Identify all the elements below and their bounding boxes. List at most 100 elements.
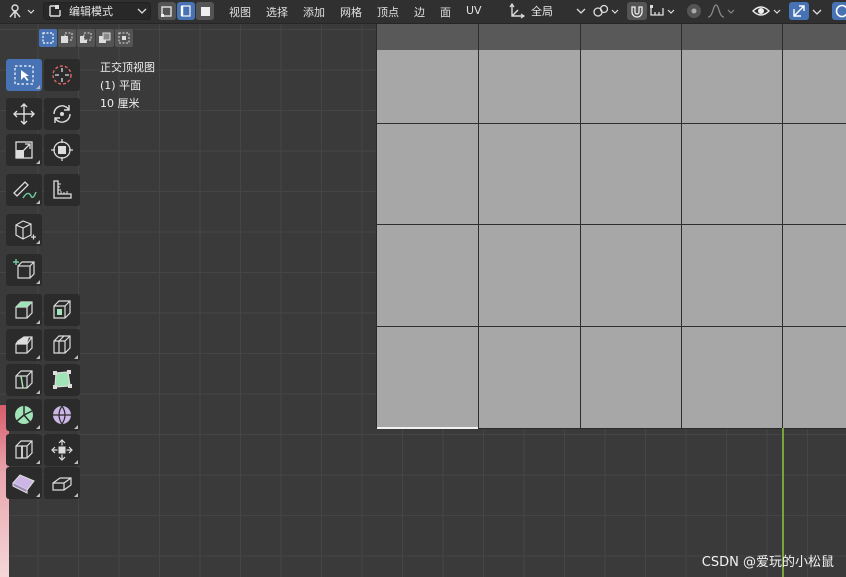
edge-select-icon	[180, 5, 191, 17]
chevron-down-icon	[137, 8, 147, 14]
menu-uv[interactable]: UV	[466, 4, 482, 17]
tool-options-indicator	[74, 460, 78, 464]
mesh-edge[interactable]	[782, 23, 783, 428]
mesh-edge[interactable]	[478, 428, 846, 429]
tool-options-indicator	[74, 493, 78, 497]
mode-label: 编辑模式	[69, 5, 113, 18]
tool-options-indicator	[74, 355, 78, 359]
tool-options-indicator	[36, 240, 40, 244]
viewport-info-overlay: 正交顶视图 (1) 平面 10 厘米	[100, 59, 155, 113]
gizmo-dropdown[interactable]	[811, 2, 825, 20]
face-select-icon	[201, 7, 210, 16]
select-mode-buttons	[158, 2, 214, 20]
mode-dropdown[interactable]: 编辑模式	[43, 2, 151, 20]
orientation-dropdown[interactable]: 全局	[508, 2, 586, 20]
rotate-icon	[53, 105, 71, 123]
menu-view[interactable]: 视图	[229, 4, 251, 20]
measure-tool[interactable]	[44, 174, 80, 206]
mesh-edge[interactable]	[377, 224, 846, 225]
object-name-text: (1) 平面	[100, 79, 142, 92]
tool-options-indicator	[36, 390, 40, 394]
select-box-tool[interactable]	[6, 59, 42, 91]
tool-options-indicator	[36, 460, 40, 464]
gizmo-toggle[interactable]	[789, 2, 809, 20]
transform-tool[interactable]	[44, 134, 80, 166]
bevel-tool[interactable]	[6, 329, 42, 361]
tool-options-indicator	[36, 320, 40, 324]
select-mode-invert-button[interactable]	[96, 29, 114, 47]
overlay-toggle[interactable]	[832, 2, 846, 20]
menu-face[interactable]: 面	[440, 4, 451, 20]
plane-mesh[interactable]	[377, 23, 846, 429]
loop-cut-icon	[53, 335, 71, 354]
snap-toggle[interactable]	[627, 2, 647, 20]
select-intersect-icon	[118, 32, 130, 44]
menu-mesh[interactable]: 网格	[340, 4, 362, 20]
eye-icon	[752, 6, 781, 16]
grid-scale-text: 10 厘米	[100, 97, 140, 110]
snap-target-dropdown[interactable]	[648, 2, 678, 20]
annotate-tool[interactable]	[6, 174, 42, 206]
add-cube-tool[interactable]	[6, 214, 42, 246]
select-mode-new-button[interactable]	[39, 29, 57, 47]
selected-edge[interactable]	[377, 427, 478, 429]
measure-icon	[53, 180, 72, 199]
select-box-icon	[14, 65, 34, 85]
knife-tool[interactable]	[6, 364, 42, 396]
select-subtract-icon	[80, 32, 92, 43]
edge-select-button[interactable]	[177, 2, 195, 20]
poly-build-icon	[53, 370, 72, 389]
menu-add[interactable]: 添加	[303, 4, 325, 20]
add-cube-icon	[15, 220, 36, 240]
tool-options-indicator	[36, 355, 40, 359]
mesh-edge[interactable]	[580, 23, 581, 428]
spin-tool[interactable]	[6, 399, 42, 431]
transform-icon	[51, 139, 73, 161]
mesh-edge[interactable]	[377, 326, 846, 327]
menu-vertex[interactable]: 顶点	[377, 4, 399, 20]
face-select-button[interactable]	[196, 2, 214, 20]
menu-select[interactable]: 选择	[266, 4, 288, 20]
menu-edge[interactable]: 边	[414, 4, 425, 20]
loop-cut-tool[interactable]	[44, 329, 80, 361]
shear-icon	[12, 474, 35, 494]
add-cube-wire-tool[interactable]	[6, 254, 42, 286]
proportional-edit-icon	[687, 4, 701, 18]
select-mode-extend-button[interactable]	[58, 29, 76, 47]
proportional-edit-toggle[interactable]	[684, 2, 704, 20]
mesh-edge[interactable]	[681, 23, 682, 428]
scale-tool[interactable]	[6, 134, 42, 166]
tool-options-indicator	[36, 493, 40, 497]
smooth-icon	[53, 405, 71, 425]
rip-region-tool[interactable]	[44, 467, 80, 499]
inset-faces-tool[interactable]	[44, 294, 80, 326]
bevel-icon	[15, 336, 33, 354]
shrink-fatten-tool[interactable]	[44, 434, 80, 466]
edge-slide-tool[interactable]	[6, 434, 42, 466]
editor-type-button[interactable]	[6, 2, 38, 20]
vertex-select-button[interactable]	[158, 2, 176, 20]
move-tool[interactable]	[6, 98, 42, 130]
falloff-dropdown[interactable]	[706, 2, 736, 20]
select-mode-subtract-button[interactable]	[77, 29, 95, 47]
select-mode-intersect-button[interactable]	[115, 29, 133, 47]
select-extend-icon	[61, 32, 73, 43]
pivot-point-icon	[593, 4, 619, 17]
shear-tool[interactable]	[6, 467, 42, 499]
mesh-shade	[377, 23, 846, 50]
overlay-icon	[835, 4, 846, 18]
knife-icon	[15, 370, 33, 389]
extrude-region-tool[interactable]	[6, 294, 42, 326]
visibility-dropdown[interactable]	[752, 2, 784, 20]
poly-build-tool[interactable]	[44, 364, 80, 396]
rotate-tool[interactable]	[44, 98, 80, 130]
scale-icon	[15, 141, 33, 159]
cursor-tool[interactable]	[44, 59, 80, 91]
mesh-edge[interactable]	[377, 123, 846, 124]
smooth-tool[interactable]	[44, 399, 80, 431]
gizmo-icon	[793, 5, 805, 17]
magnet-icon	[631, 6, 643, 18]
add-cube-wire-icon	[13, 259, 35, 279]
pivot-point-dropdown[interactable]	[592, 2, 622, 20]
mesh-edge[interactable]	[478, 23, 479, 428]
